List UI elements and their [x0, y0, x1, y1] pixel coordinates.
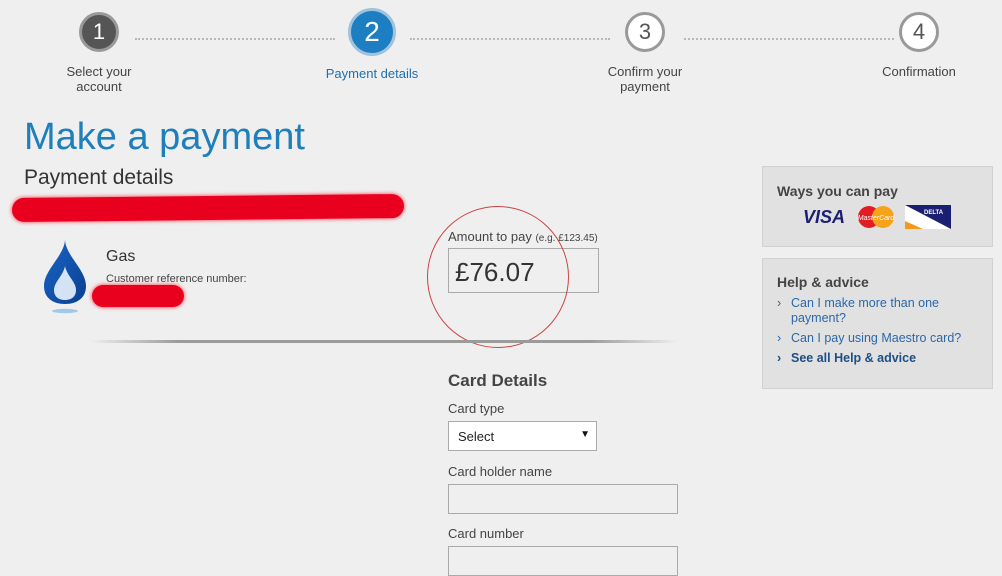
- section-title: Payment details: [24, 166, 174, 189]
- card-type-select[interactable]: Select ▼: [448, 421, 597, 451]
- highlight-circle-annotation: [427, 206, 569, 348]
- help-link-text: Can I make more than one payment?: [791, 296, 939, 325]
- chevron-right-icon: ›: [777, 296, 782, 310]
- gas-flame-icon: [44, 240, 86, 314]
- help-advice-title: Help & advice: [777, 274, 869, 290]
- help-link-text: Can I pay using Maestro card?: [791, 331, 962, 345]
- customer-reference-label: Customer reference number:: [106, 273, 247, 285]
- redacted-reference-number: [92, 285, 184, 307]
- card-details-title: Card Details: [448, 371, 548, 390]
- visa-logo: VISA: [803, 207, 845, 227]
- step-label: Select your account: [66, 64, 132, 94]
- card-holder-name-input[interactable]: [448, 484, 678, 514]
- step-label: Confirm your payment: [607, 64, 683, 94]
- section-divider: [90, 340, 678, 343]
- svg-text:VISA: VISA: [803, 207, 845, 227]
- help-advice-panel: Help & advice › Can I make more than one …: [762, 258, 993, 389]
- help-link-text: See all Help & advice: [791, 351, 917, 365]
- help-link-maestro[interactable]: › Can I pay using Maestro card?: [777, 331, 961, 346]
- step-payment-details: 2 Payment details: [302, 8, 442, 81]
- card-holder-name-label: Card holder name: [448, 464, 553, 479]
- help-link-multiple-payments[interactable]: › Can I make more than one payment?: [777, 296, 977, 326]
- step-number-circle: 4: [899, 12, 939, 52]
- page-title: Make a payment: [24, 116, 305, 158]
- card-number-label: Card number: [448, 526, 524, 541]
- step-number-circle: 1: [79, 12, 119, 52]
- step-label: Confirmation: [882, 64, 956, 79]
- step-number-circle: 2: [348, 8, 396, 56]
- step-confirmation: 4 Confirmation: [849, 12, 989, 79]
- help-link-see-all[interactable]: › See all Help & advice: [777, 351, 916, 366]
- step-confirm-payment: 3 Confirm your payment: [575, 12, 715, 94]
- progress-stepper: 1 Select your account 2 Payment details …: [0, 0, 1002, 110]
- redacted-address: [11, 193, 405, 223]
- step-label: Payment details: [325, 66, 419, 81]
- card-number-input[interactable]: [448, 546, 678, 576]
- chevron-right-icon: ›: [777, 331, 782, 345]
- step-number-circle: 3: [625, 12, 665, 52]
- mastercard-logo: MasterCard: [858, 206, 896, 228]
- step-select-account[interactable]: 1 Select your account: [29, 12, 169, 94]
- svg-text:DELTA: DELTA: [924, 210, 944, 216]
- ways-to-pay-panel: Ways you can pay VISA MasterCard DELTA: [762, 166, 993, 247]
- svg-text:MasterCard: MasterCard: [858, 215, 896, 222]
- delta-logo: DELTA: [905, 205, 951, 229]
- ways-to-pay-title: Ways you can pay: [777, 183, 898, 199]
- chevron-right-icon: ›: [777, 351, 782, 365]
- card-type-selected-value: Select: [458, 429, 495, 444]
- card-type-label: Card type: [448, 401, 505, 416]
- card-logos: VISA MasterCard DELTA: [803, 205, 951, 229]
- dropdown-arrow-icon: ▼: [580, 429, 590, 440]
- account-name: Gas: [106, 248, 136, 265]
